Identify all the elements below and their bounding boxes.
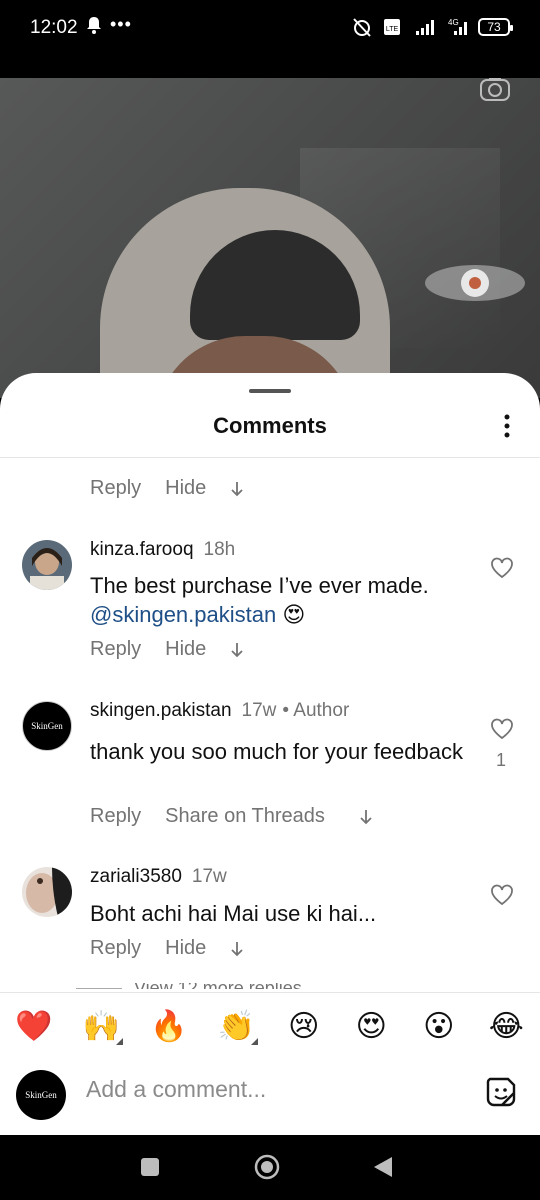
reaction-crying[interactable]: 😢: [282, 1007, 326, 1047]
like-heart-icon[interactable]: [490, 557, 514, 579]
timestamp: 18h: [203, 539, 236, 560]
heart-eyes-emoji: 😍: [282, 602, 306, 627]
ceiling-fan-image: [425, 265, 525, 301]
comment-header: kinza.farooq 18h: [90, 539, 235, 561]
expand-arrow-icon[interactable]: [230, 940, 244, 958]
comment-actions: Reply Share on Threads: [90, 805, 373, 828]
more-options-icon[interactable]: [498, 413, 516, 439]
volte-icon: LTE: [384, 19, 400, 35]
comment-input[interactable]: Add a comment...: [86, 1076, 446, 1106]
status-icons: LTE 4G 73: [350, 16, 513, 38]
author-badge: • Author: [282, 700, 350, 721]
reaction-clap[interactable]: 👏: [214, 1007, 259, 1047]
comment-header: zariali3580 17w: [90, 866, 227, 888]
recent-apps-icon[interactable]: [141, 1158, 159, 1176]
like-heart-icon[interactable]: [490, 718, 514, 740]
reply-button[interactable]: Reply: [90, 477, 141, 500]
signal-4g-icon: 4G: [448, 18, 467, 35]
like-count[interactable]: 1: [496, 750, 506, 771]
timestamp: 17w: [191, 866, 227, 887]
user-photo-icon: [22, 867, 72, 917]
hide-button[interactable]: Hide: [165, 638, 206, 661]
compose-avatar: SkinGen: [16, 1070, 66, 1120]
signal-icon: [416, 20, 434, 35]
timestamp: 17w: [241, 700, 277, 721]
username[interactable]: kinza.farooq: [90, 539, 194, 561]
username[interactable]: skingen.pakistan: [90, 700, 232, 722]
expand-arrow-icon[interactable]: [359, 808, 373, 826]
comment-text: The best purchase I’ve ever made. @sking…: [90, 571, 480, 629]
hide-button[interactable]: Hide: [165, 477, 206, 500]
header-divider: [0, 457, 540, 458]
reaction-raising-hands[interactable]: 🙌: [79, 1007, 124, 1047]
username[interactable]: zariali3580: [90, 866, 182, 888]
comment-actions: Reply Hide: [90, 937, 244, 960]
mention-link[interactable]: @skingen.pakistan: [90, 602, 276, 627]
reaction-heart[interactable]: ❤️: [12, 1007, 56, 1047]
more-notifications-icon: •••: [110, 14, 132, 34]
comments-sheet: Comments I hoe Reply Hide kinza.farooq 1…: [0, 373, 540, 1135]
battery-indicator: 73: [478, 18, 513, 36]
hide-button[interactable]: Hide: [165, 937, 206, 960]
avatar-logo-text: SkinGen: [25, 1090, 57, 1100]
avatar-logo-text: SkinGen: [31, 721, 63, 731]
notification-bell-icon: [87, 17, 101, 34]
video-background[interactable]: [0, 78, 540, 398]
back-icon[interactable]: [372, 1155, 394, 1179]
camera-icon[interactable]: [478, 78, 512, 104]
emoji-reactions-bar: ❤️ 🙌 🔥 👏 😢 😍 😮 😂: [0, 1007, 540, 1047]
reaction-laughing[interactable]: 😂: [484, 1007, 528, 1047]
sheet-drag-handle[interactable]: [249, 389, 291, 393]
comment-body: The best purchase I’ve ever made.: [90, 573, 429, 598]
replies-divider-line: [76, 987, 122, 989]
svg-text:LTE: LTE: [386, 26, 399, 33]
system-nav-bar: [0, 1135, 540, 1200]
alarm-off-icon: [353, 18, 371, 37]
reply-button[interactable]: Reply: [90, 937, 141, 960]
home-icon[interactable]: [254, 1154, 280, 1180]
reaction-fire[interactable]: 🔥: [147, 1007, 191, 1047]
share-on-threads-button[interactable]: Share on Threads: [165, 805, 325, 828]
like-heart-icon[interactable]: [490, 884, 514, 906]
expand-arrow-icon[interactable]: [230, 480, 244, 498]
expand-arrow-icon[interactable]: [230, 641, 244, 659]
partial-comment-actions: Reply Hide: [90, 477, 244, 500]
reply-button[interactable]: Reply: [90, 805, 141, 828]
status-time: 12:02: [30, 17, 78, 38]
avatar[interactable]: [22, 540, 72, 590]
reaction-heart-eyes[interactable]: 😍: [349, 1007, 393, 1047]
sticker-icon[interactable]: [484, 1075, 518, 1109]
status-bar: 12:02 ••• LTE 4G 73: [0, 0, 540, 78]
reaction-surprised[interactable]: 😮: [417, 1007, 461, 1047]
svg-text:4G: 4G: [448, 18, 459, 27]
avatar[interactable]: SkinGen: [22, 701, 72, 751]
reactions-divider: [0, 992, 540, 993]
avatar[interactable]: [22, 867, 72, 917]
comment-text: thank you soo much for your feedback: [90, 739, 463, 764]
comment-text: Boht achi hai Mai use ki hai...: [90, 901, 377, 926]
comment-actions: Reply Hide: [90, 638, 244, 661]
user-photo-icon: [22, 540, 72, 590]
reply-button[interactable]: Reply: [90, 638, 141, 661]
sheet-title: Comments: [213, 413, 327, 438]
comment-header: skingen.pakistan 17w • Author: [90, 700, 349, 722]
